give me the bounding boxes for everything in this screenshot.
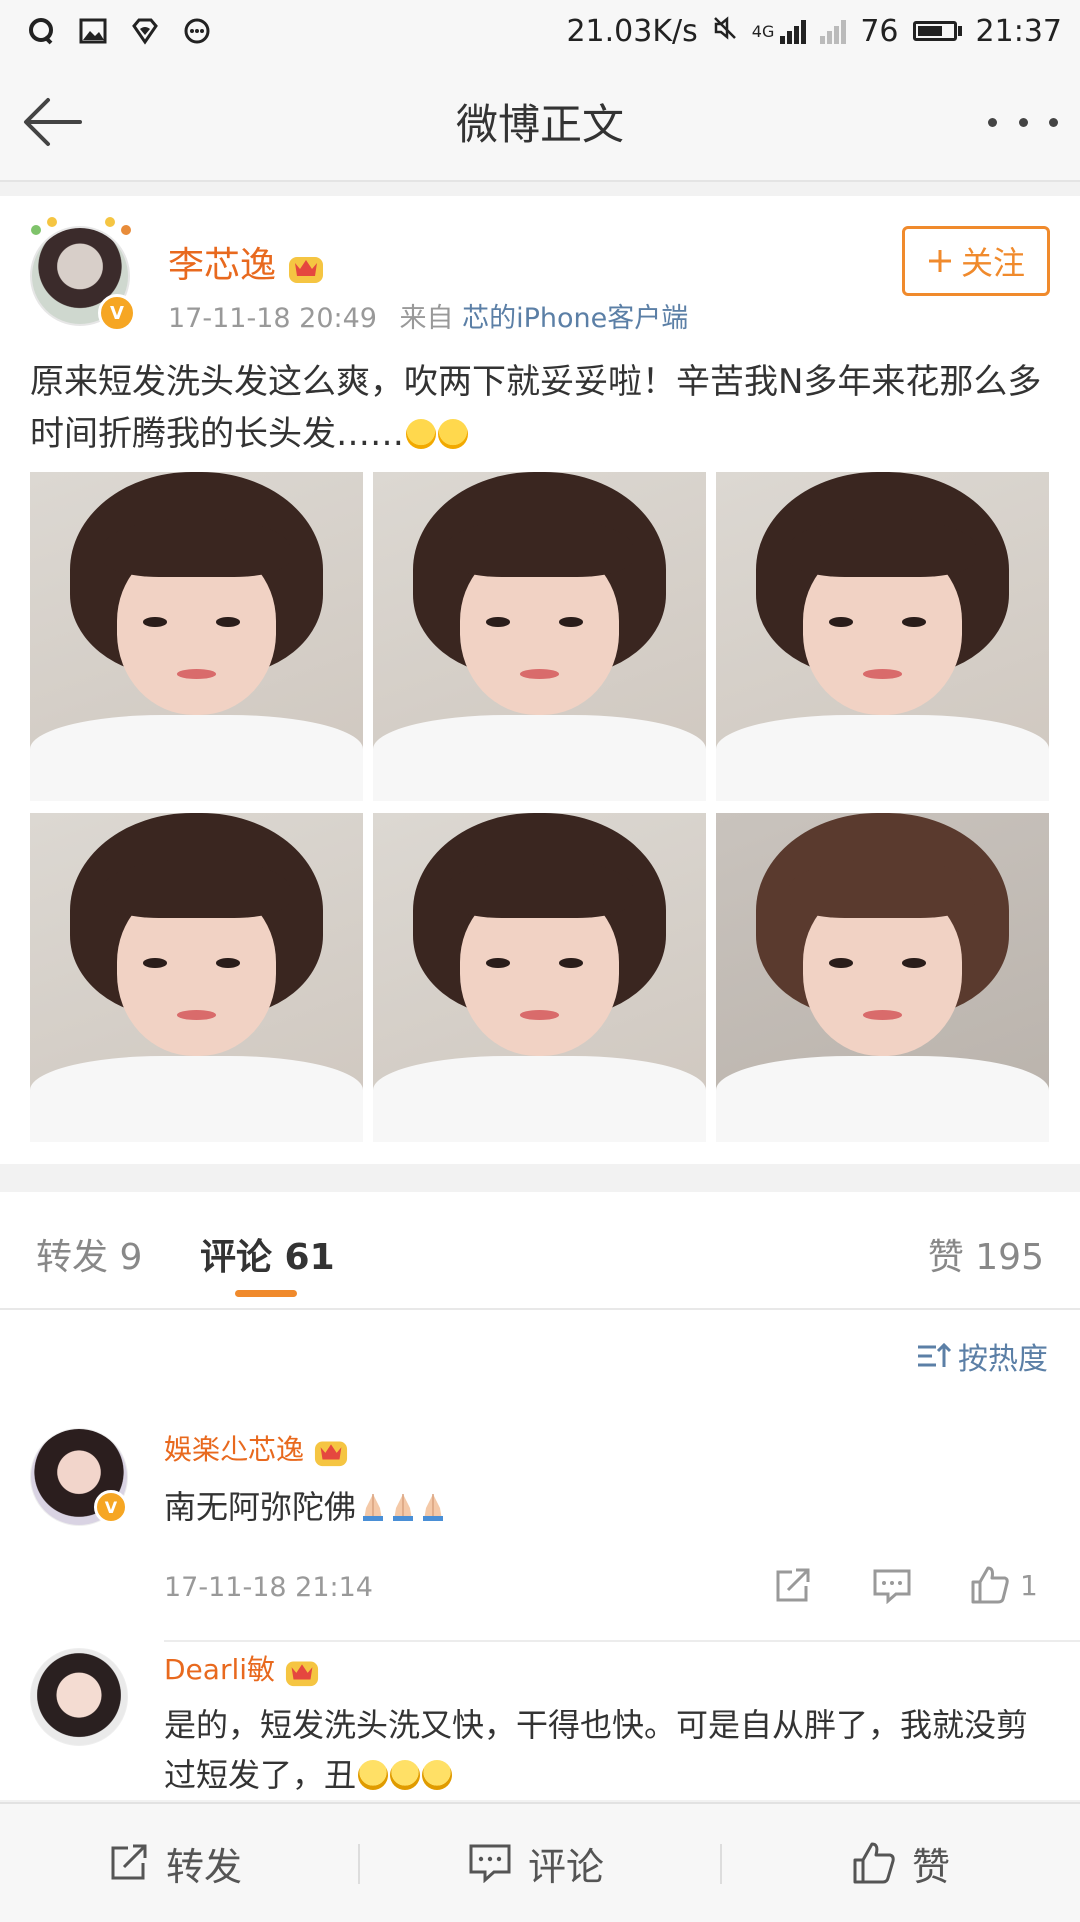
photo-3[interactable]	[716, 472, 1049, 801]
comment-label: 评论	[528, 1844, 605, 1889]
photo-1[interactable]	[30, 472, 363, 801]
plus-icon	[928, 250, 951, 272]
like-label: 赞	[912, 1844, 951, 1889]
pray-emoji-icon	[363, 1494, 384, 1521]
signal-sim2-icon	[820, 18, 847, 44]
gallery-icon	[78, 16, 108, 46]
comment-avatar[interactable]	[30, 1648, 128, 1746]
photo-2[interactable]	[373, 472, 706, 801]
active-tab-indicator	[235, 1290, 297, 1297]
sort-icon	[918, 1342, 952, 1367]
crown-icon	[285, 1661, 318, 1687]
post-meta: 17-11-18 20:49 来自 芯的iPhone客户端	[168, 296, 688, 335]
comment-text: 南无阿弥陀佛	[164, 1482, 446, 1532]
photo-6[interactable]	[716, 813, 1049, 1142]
bottom-separator	[720, 1844, 722, 1884]
sort-label: 按热度	[958, 1342, 1048, 1377]
comment-text: 是的，短发洗头洗又快，干得也快。可是自从胖了，我就没剪过短发了，丑	[164, 1700, 1044, 1800]
mute-icon	[712, 14, 738, 49]
thumbs-up-icon	[853, 1842, 895, 1884]
follow-button[interactable]: 关注	[902, 226, 1050, 296]
comment-like-button[interactable]: 1	[970, 1566, 1038, 1604]
laugh-cry-emoji-icon	[406, 419, 436, 449]
battery-level: 76	[860, 13, 899, 49]
comment-text-body: 南无阿弥陀佛	[164, 1488, 357, 1526]
tab-comment[interactable]: 评论 61	[200, 1228, 335, 1280]
thumbs-up-icon	[971, 1566, 1009, 1604]
repost-button[interactable]: 转发	[108, 1804, 242, 1922]
share-icon	[776, 1568, 810, 1602]
sort-button[interactable]: 按热度	[916, 1334, 1048, 1378]
repost-label: 转发	[166, 1844, 243, 1889]
bottom-separator	[358, 1844, 360, 1884]
comment-icon	[469, 1844, 511, 1883]
comment-like-count: 1	[1020, 1568, 1038, 1602]
comment-divider	[164, 1640, 1080, 1642]
post-text: 原来短发洗头发这么爽，吹两下就妥妥啦！辛苦我N多年来花那么多时间折腾我的长头发……	[30, 356, 1050, 460]
page-title: 微博正文	[455, 99, 624, 149]
reply-icon	[873, 1569, 911, 1604]
shield-heart-icon	[130, 16, 160, 46]
photo-4[interactable]	[30, 813, 363, 1142]
network-type: 4G	[751, 21, 775, 41]
pray-emoji-icon	[393, 1494, 414, 1521]
post-source-link[interactable]: 芯的iPhone客户端	[462, 303, 688, 334]
laugh-cry-emoji-icon	[438, 419, 468, 449]
crown-icon	[289, 257, 324, 283]
verified-badge-icon: V	[98, 294, 136, 332]
photo-grid	[30, 472, 1050, 1142]
share-icon	[111, 1844, 147, 1880]
comment-text-body: 是的，短发洗头洗又快，干得也快。可是自从胖了，我就没剪过短发了，丑	[164, 1706, 1029, 1794]
comment-button[interactable]: 评论	[468, 1804, 604, 1922]
qq-icon	[26, 16, 56, 46]
status-bar: 21.03K/s 4G 76 21:37	[0, 0, 1080, 62]
post-card: V 李芯逸 17-11-18 20:49 来自 芯的iPhone客户端 关注 原…	[0, 196, 1080, 1164]
post-text-body: 原来短发洗头发这么爽，吹两下就妥妥啦！辛苦我N多年来花那么多时间折腾我的长头发……	[30, 362, 1042, 454]
pray-emoji-icon	[423, 1494, 444, 1521]
net-speed: 21.03K/s	[566, 13, 698, 49]
comment-list: 按热度 V 娛楽尐芯逸 南无阿弥陀佛 17-11-18 21:14 1 Dear…	[0, 1310, 1080, 1800]
source-prefix: 来自	[399, 303, 454, 334]
clock: 21:37	[975, 13, 1062, 49]
tab-repost[interactable]: 转发 9	[36, 1228, 142, 1280]
crown-icon	[314, 1441, 347, 1467]
comment-reply-button[interactable]	[872, 1568, 912, 1604]
crying-emoji-icon	[358, 1760, 389, 1790]
more-icon[interactable]	[988, 92, 1058, 152]
crying-emoji-icon	[390, 1760, 421, 1790]
comment-author[interactable]: 娛楽尐芯逸	[164, 1428, 349, 1468]
comment-time: 17-11-18 21:14	[164, 1572, 373, 1603]
signal-icon	[780, 18, 807, 44]
bottom-action-bar: 转发 评论 赞	[0, 1802, 1080, 1922]
comment-author[interactable]: Dearli敏	[164, 1648, 320, 1688]
comment-author-name: 娛楽尐芯逸	[164, 1433, 305, 1466]
post-time: 17-11-18 20:49	[168, 303, 377, 334]
back-icon[interactable]	[18, 92, 98, 152]
photo-5[interactable]	[373, 813, 706, 1142]
battery-icon	[912, 21, 962, 41]
interaction-tabs: 转发 9 评论 61 赞 195	[0, 1192, 1080, 1310]
author-name[interactable]: 李芯逸	[168, 236, 325, 288]
tab-like[interactable]: 赞 195	[928, 1228, 1044, 1280]
nav-bar: 微博正文	[0, 62, 1080, 182]
comment-author-name: Dearli敏	[164, 1653, 276, 1686]
more-notifications-icon	[182, 16, 212, 46]
like-button[interactable]: 赞	[852, 1804, 950, 1922]
crying-emoji-icon	[422, 1760, 453, 1790]
comment-share-button[interactable]	[774, 1568, 812, 1604]
author-name-text: 李芯逸	[168, 245, 277, 286]
follow-label: 关注	[960, 244, 1025, 282]
verified-badge-icon: V	[94, 1490, 128, 1524]
